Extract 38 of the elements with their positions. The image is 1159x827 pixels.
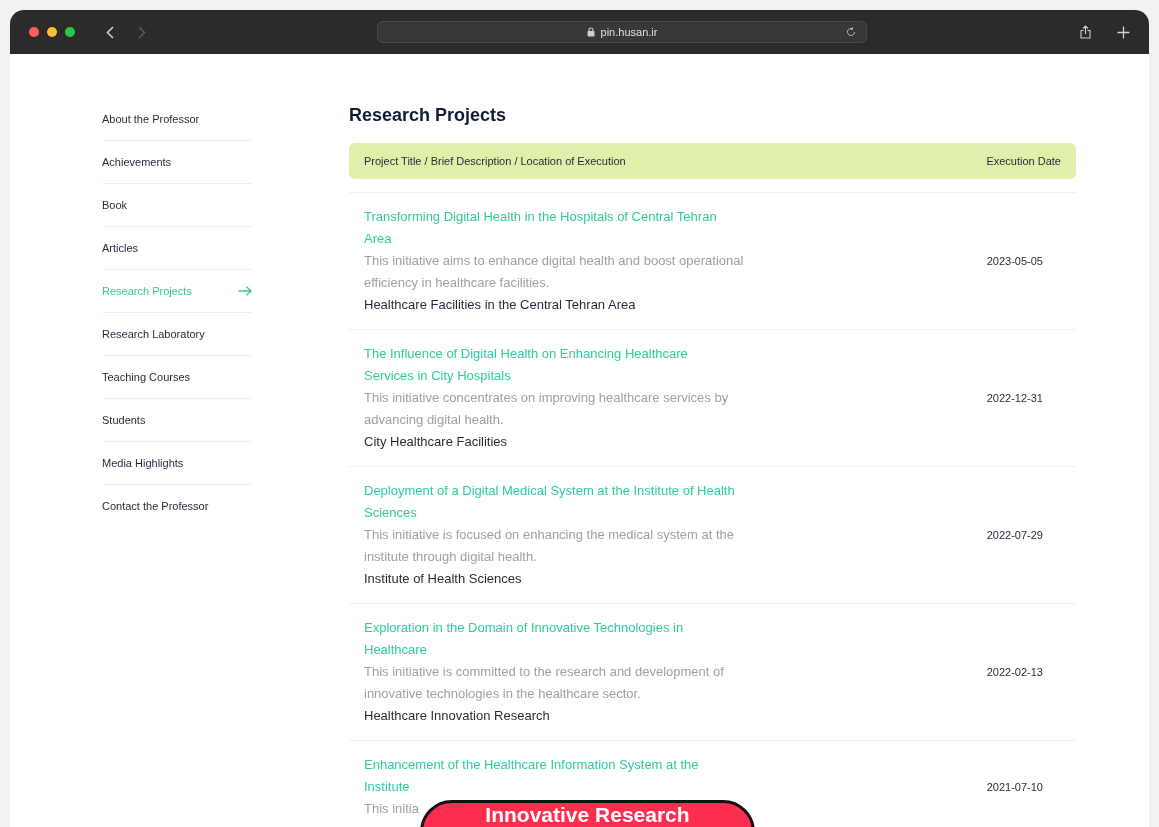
- promo-badge: Innovative Research: [420, 800, 755, 827]
- project-location: Institute of Health Sciences: [364, 570, 523, 588]
- project-description: This initiative concentrates on improving healthcare services by advancing digital health.: [364, 389, 730, 429]
- sidebar-item[interactable]: Teaching Courses: [102, 356, 252, 399]
- url-text: pin.husan.ir: [600, 24, 658, 40]
- project-location: Healthcare Facilities in the Central Tehran Area: [364, 296, 637, 314]
- sidebar-item[interactable]: Articles: [102, 227, 252, 270]
- sidebar-item[interactable]: About the Professor: [102, 98, 252, 141]
- execution-date: 2023-05-05: [986, 254, 1043, 269]
- project-description: This initiative is committed to the research and development of innovative technologies in the healthcare sector.: [364, 663, 725, 703]
- execution-date: 2021-07-10: [986, 780, 1043, 795]
- maximize-window-icon[interactable]: [65, 27, 75, 37]
- arrow-right-icon: [238, 286, 252, 296]
- share-icon[interactable]: [1080, 25, 1091, 39]
- project-location: Healthcare Innovation Research: [364, 707, 551, 725]
- minimize-window-icon[interactable]: [47, 27, 57, 37]
- sidebar-item[interactable]: Students: [102, 399, 252, 442]
- project-description: This initia: [364, 800, 419, 818]
- sidebar-item[interactable]: Achievements: [102, 141, 252, 184]
- back-icon[interactable]: [106, 25, 114, 39]
- reload-icon[interactable]: [846, 27, 856, 37]
- sidebar-item[interactable]: Media Highlights: [102, 442, 252, 485]
- project-description: This initiative is focused on enhancing the medical system at the institute through digital health.: [364, 526, 735, 566]
- execution-date: 2022-12-31: [986, 391, 1043, 406]
- sidebar-item[interactable]: Book: [102, 184, 252, 227]
- page-heading: Research Projects: [349, 104, 508, 127]
- execution-date: 2022-02-13: [986, 665, 1043, 680]
- address-bar[interactable]: pin.husan.ir: [377, 21, 867, 43]
- sidebar-item[interactable]: Contact the Professor: [102, 485, 252, 528]
- execution-date: 2022-07-29: [986, 528, 1043, 543]
- close-window-icon[interactable]: [29, 27, 39, 37]
- column-header: Project Title / Brief Description / Location of Execution: [364, 153, 626, 169]
- plus-icon[interactable]: [1117, 25, 1130, 39]
- lock-icon: [586, 27, 595, 37]
- project-description: This initiative aims to enhance digital health and boost operational efficiency in healthcare facilities.: [364, 252, 745, 292]
- column-header: Execution Date: [985, 153, 1061, 169]
- project-location: City Healthcare Facilities: [364, 433, 509, 451]
- sidebar-item[interactable]: Research Laboratory: [102, 313, 252, 356]
